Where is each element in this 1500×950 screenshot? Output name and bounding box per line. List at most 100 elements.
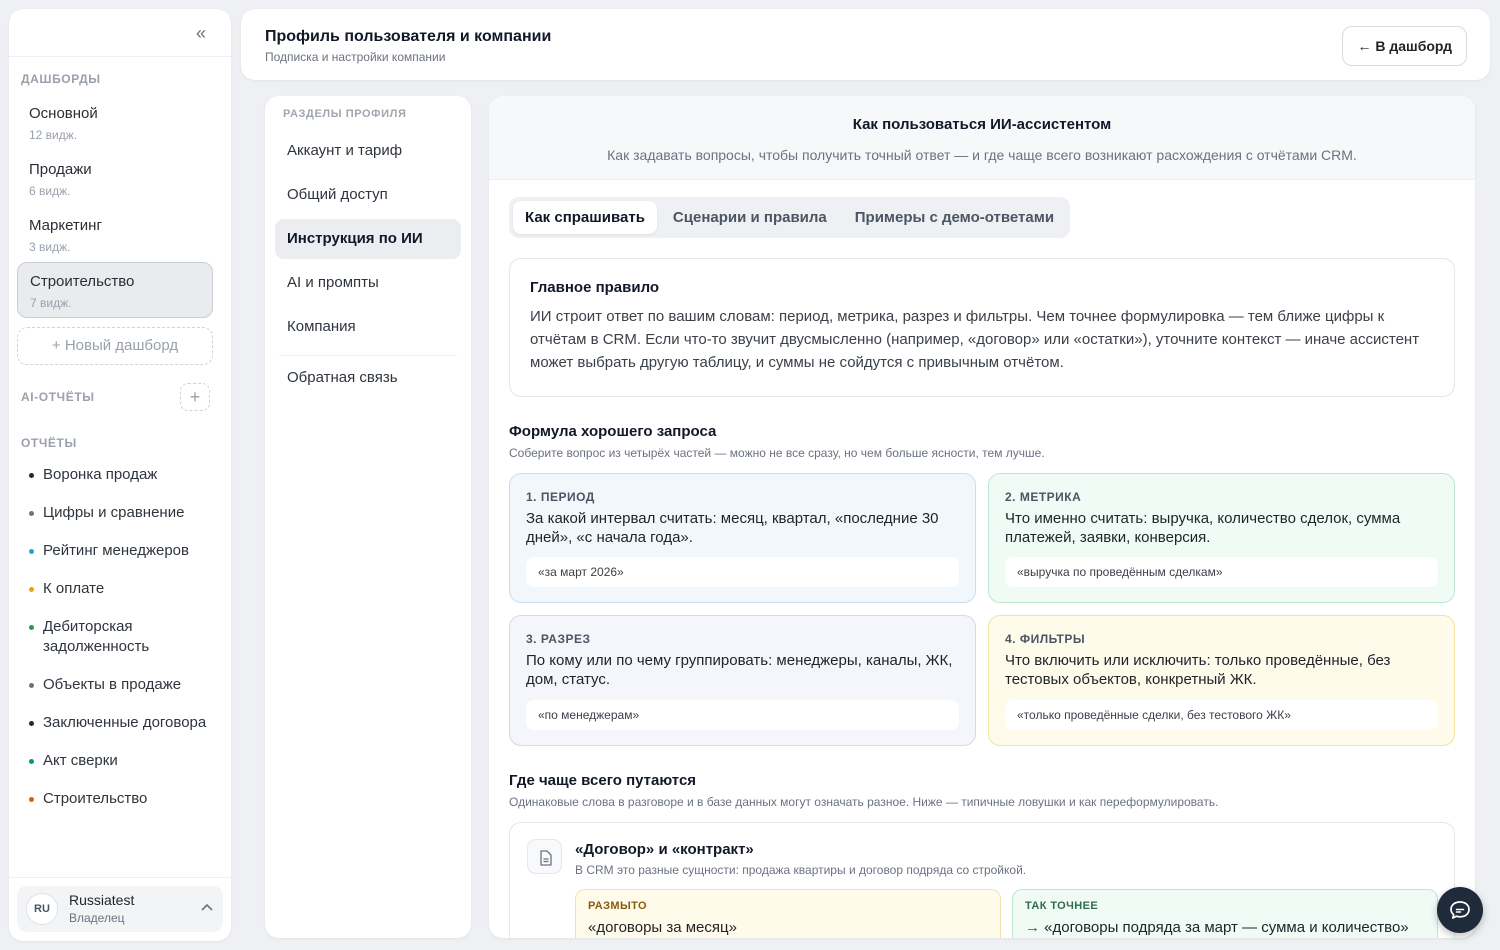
chat-assistant-button[interactable] [1437,887,1483,933]
formula-card-heading: 2. МЕТРИКА [1005,490,1082,504]
report-dot-icon [29,511,34,516]
report-dot-icon [29,549,34,554]
dashboard-widget-count: 3 видж. [29,240,71,254]
nav-item-ai-prompts[interactable]: AI и промпты [275,263,461,303]
confusion-subtitle: Одинаковые слова в разговоре и в базе да… [509,795,1219,809]
report-dot-icon [29,721,34,726]
report-dot-icon [29,797,34,802]
precise-text: «договоры подряда за март — сумма и коли… [1044,919,1409,936]
formula-card-text: Что включить или исключить: только прове… [1005,652,1391,688]
ai-reports-section-label: AI-ОТЧЁТЫ [21,390,95,404]
nav-item-feedback[interactable]: Обратная связь [275,358,461,398]
vague-example: РАЗМЫТО «договоры за месяц» [575,889,1001,938]
collapse-sidebar-icon[interactable]: « [191,23,211,43]
report-dot-icon [29,473,34,478]
formula-title: Формула хорошего запроса [509,423,717,440]
dashboard-item-construction[interactable]: Строительство 7 видж. [17,262,213,318]
report-item[interactable]: Объекты в продаже [29,675,219,695]
report-name: Акт сверки [43,752,118,769]
nav-item-sharing[interactable]: Общий доступ [275,175,461,215]
report-item[interactable]: Рейтинг менеджеров [29,541,219,561]
add-ai-report-button[interactable]: + [180,383,210,411]
formula-card-text: Что именно считать: выручка, количество … [1005,510,1401,546]
dashboard-item-main[interactable]: Основной 12 видж. [17,95,213,151]
report-item[interactable]: Заключенные договора [29,713,219,733]
formula-card-example: «за март 2026» [526,557,959,587]
confusion-item-card: «Договор» и «контракт» В CRM это разные … [509,822,1455,938]
reports-section-label: ОТЧЁТЫ [21,436,77,450]
tab-how-to-ask[interactable]: Как спрашивать [513,201,657,234]
dashboard-widget-count: 12 видж. [29,128,78,142]
formula-subtitle: Соберите вопрос из четырёх частей — можн… [509,446,1045,460]
dashboard-name: Маркетинг [29,217,102,234]
avatar: RU [26,893,58,925]
user-menu[interactable]: RU Russiatest Владелец [17,886,223,932]
vague-label: РАЗМЫТО [588,900,647,912]
report-name: Дебиторская задолженность [43,618,150,655]
formula-card-heading: 1. ПЕРИОД [526,490,595,504]
profile-sections-label: РАЗДЕЛЫ ПРОФИЛЯ [283,108,407,120]
report-dot-icon [29,759,34,764]
new-dashboard-button[interactable]: + Новый дашборд [17,327,213,365]
report-dot-icon [29,625,34,630]
report-item[interactable]: Дебиторская задолженность [29,617,219,657]
tab-scenarios[interactable]: Сценарии и правила [661,201,839,234]
panel-header: Как пользоваться ИИ-ассистентом Как зада… [489,96,1475,180]
profile-sections-nav: РАЗДЕЛЫ ПРОФИЛЯ Аккаунт и тариф Общий до… [265,96,471,938]
report-item[interactable]: Воронка продаж [29,465,219,485]
report-dot-icon [29,587,34,592]
back-to-dashboard-button[interactable]: ← В дашборд [1342,26,1467,66]
page-title: Профиль пользователя и компании [265,28,552,45]
report-item[interactable]: Акт сверки [29,751,219,771]
formula-card-example: «по менеджерам» [526,700,959,730]
nav-item-ai-guide[interactable]: Инструкция по ИИ [275,219,461,259]
rule-text: ИИ строит ответ по вашим словам: период,… [530,308,1420,371]
report-item[interactable]: Цифры и сравнение [29,503,219,523]
chevron-up-icon [201,898,213,914]
precise-example: ТАК ТОЧНЕЕ → «договоры подряда за март —… [1012,889,1438,938]
back-to-dashboard-label: В дашборд [1375,38,1452,54]
chat-bubble-icon [1450,901,1470,919]
panel-subtitle: Как задавать вопросы, чтобы получить точ… [607,147,1357,163]
formula-card-example: «выручка по проведённым сделкам» [1005,557,1438,587]
tab-examples[interactable]: Примеры с демо-ответами [843,201,1066,234]
sidebar-top: « [9,9,231,57]
report-name: Заключенные договора [43,714,207,731]
confusion-item-subtitle: В CRM это разные сущности: продажа кварт… [575,863,1027,877]
report-dot-icon [29,683,34,688]
rule-title: Главное правило [530,279,660,296]
precise-row: → «договоры подряда за март — сумма и ко… [1025,919,1425,936]
dashboards-section-label: ДАШБОРДЫ [21,72,101,86]
report-name: К оплате [43,580,105,597]
report-name: Цифры и сравнение [43,504,185,521]
report-name: Воронка продаж [43,466,158,483]
plus-icon: + [189,387,201,407]
formula-card-example: «только проведённые сделки, без тестовог… [1005,700,1438,730]
app-sidebar: « ДАШБОРДЫ Основной 12 видж. Продажи 6 в… [9,9,231,941]
page-subtitle: Подписка и настройки компании [265,50,446,64]
arrow-right-icon: → [1025,919,1040,936]
formula-card-heading: 3. РАЗРЕЗ [526,632,591,646]
formula-card-period: 1. ПЕРИОД За какой интервал считать: мес… [509,473,976,603]
document-icon [527,839,562,874]
dashboard-name: Продажи [29,161,92,178]
report-item[interactable]: К оплате [29,579,219,599]
panel-title: Как пользоваться ИИ-ассистентом [852,116,1112,133]
nav-item-company[interactable]: Компания [275,307,461,347]
formula-card-breakdown: 3. РАЗРЕЗ По кому или по чему группирова… [509,615,976,746]
formula-card-text: По кому или по чему группировать: менедж… [526,652,953,688]
dashboard-widget-count: 7 видж. [30,296,72,310]
user-name: Russiatest [69,892,135,908]
formula-card-heading: 4. ФИЛЬТРЫ [1005,632,1086,646]
arrow-left-icon: ← [1357,38,1372,54]
dashboard-item-marketing[interactable]: Маркетинг 3 видж. [17,207,213,263]
report-name: Объекты в продаже [43,676,182,693]
report-item[interactable]: Строительство [29,789,219,809]
dashboard-widget-count: 6 видж. [29,184,71,198]
divider [279,355,457,356]
nav-item-account[interactable]: Аккаунт и тариф [275,131,461,171]
sidebar-footer: RU Russiatest Владелец [9,877,231,941]
user-role: Владелец [69,911,125,925]
confusion-item-title: «Договор» и «контракт» [575,841,754,858]
dashboard-item-sales[interactable]: Продажи 6 видж. [17,151,213,207]
